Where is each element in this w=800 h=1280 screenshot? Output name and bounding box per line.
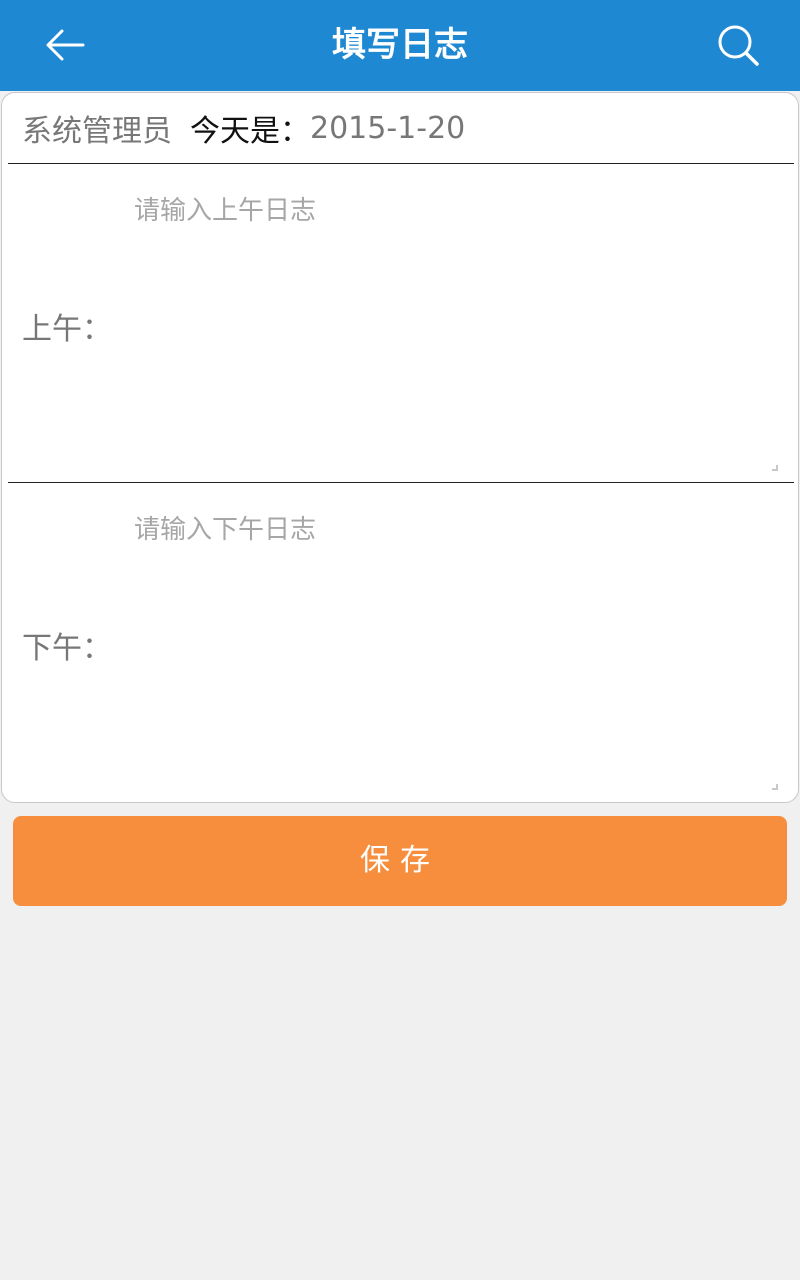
- afternoon-log-input[interactable]: [122, 497, 780, 793]
- search-icon: [718, 25, 759, 66]
- app-header: 填写日志: [0, 0, 800, 91]
- arrow-left-icon: [46, 29, 85, 61]
- info-row: 系统管理员 今天是： 2015-1-20: [2, 93, 798, 163]
- resize-grip: [772, 465, 778, 471]
- morning-log-row: 上午：: [2, 164, 798, 482]
- resize-grip: [772, 784, 778, 790]
- afternoon-label: 下午：: [22, 631, 112, 666]
- page-title: 填写日志: [332, 25, 468, 65]
- morning-label: 上午：: [22, 312, 112, 347]
- search-button[interactable]: [700, 10, 775, 80]
- log-form-card: 系统管理员 今天是： 2015-1-20 上午： 下午：: [1, 92, 799, 803]
- morning-log-input[interactable]: [122, 178, 780, 474]
- date-value: 2015-1-20: [310, 110, 466, 146]
- today-label: 今天是：: [190, 114, 310, 149]
- save-button[interactable]: 保存: [13, 816, 787, 906]
- back-button[interactable]: [30, 14, 100, 76]
- user-name: 系统管理员: [22, 114, 172, 149]
- afternoon-log-row: 下午：: [2, 483, 798, 801]
